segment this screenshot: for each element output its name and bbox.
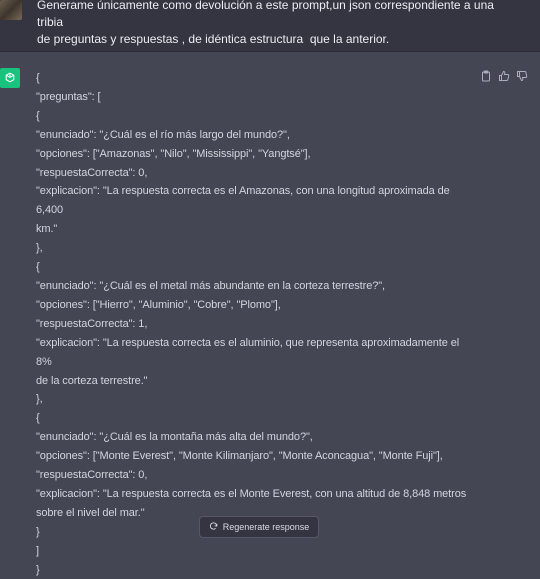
message-line: km." xyxy=(36,223,58,236)
message-line: }, xyxy=(36,393,43,406)
message-line: "explicacion": "La respuesta correcta es… xyxy=(36,336,463,368)
message-actions xyxy=(480,70,528,82)
user-avatar xyxy=(0,0,22,20)
message-line: { xyxy=(36,109,40,122)
message-line: "opciones": ["Monte Everest", "Monte Kil… xyxy=(36,450,443,463)
message-line: "respuestaCorrecta": 0, xyxy=(36,469,148,482)
message-line: "enunciado": "¿Cuál es la montaña más al… xyxy=(36,431,313,444)
assistant-message-text: { "preguntas": [ { "enunciado": "¿Cuál e… xyxy=(36,69,476,579)
thumbs-up-icon[interactable] xyxy=(498,70,510,82)
chatgpt-logo-icon xyxy=(0,68,20,88)
message-line: "explicacion": "La respuesta correcta es… xyxy=(36,185,453,217)
message-line: "opciones": ["Hierro", "Aluminio", "Cobr… xyxy=(36,298,281,311)
user-message-row: Generame únicamente como devolución a es… xyxy=(0,0,540,52)
clipboard-icon[interactable] xyxy=(480,70,492,82)
user-message-text: Generame únicamente como devolución a es… xyxy=(37,0,494,46)
message-line: "opciones": ["Amazonas", "Nilo", "Missis… xyxy=(36,147,311,160)
message-line: "respuestaCorrecta": 1, xyxy=(36,317,148,330)
message-line: "preguntas": [ xyxy=(36,90,101,103)
regenerate-label: Regenerate response xyxy=(222,522,310,532)
message-line: "enunciado": "¿Cuál es el río más largo … xyxy=(36,128,290,141)
thumbs-down-icon[interactable] xyxy=(516,70,528,82)
refresh-icon xyxy=(209,521,218,533)
message-line: }, xyxy=(36,242,43,255)
message-line: { xyxy=(36,412,40,425)
message-line: de la corteza terrestre." xyxy=(36,374,148,387)
regenerate-response-button[interactable]: Regenerate response xyxy=(199,516,319,538)
message-line: "respuestaCorrecta": 0, xyxy=(36,166,148,179)
assistant-message-row: { "preguntas": [ { "enunciado": "¿Cuál e… xyxy=(0,53,540,576)
message-line: } xyxy=(36,563,40,576)
message-line: "explicacion": "La respuesta correcta es… xyxy=(36,487,467,500)
message-line: { xyxy=(36,72,40,84)
message-line: ] xyxy=(36,544,39,557)
message-line: "enunciado": "¿Cuál es el metal más abun… xyxy=(36,279,386,292)
message-line: { xyxy=(36,261,40,274)
